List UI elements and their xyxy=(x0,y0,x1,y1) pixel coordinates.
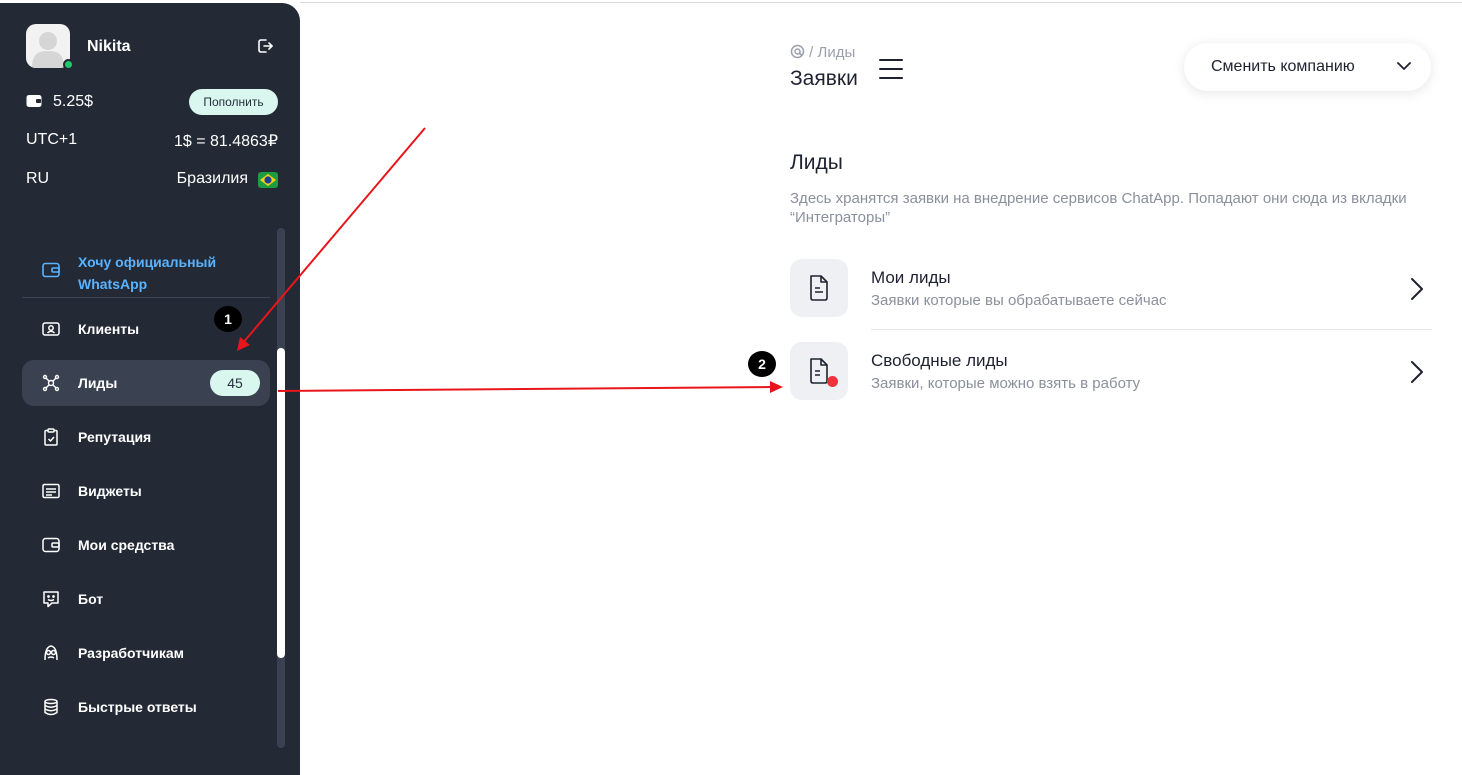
switch-company-label: Сменить компанию xyxy=(1211,58,1355,75)
sidebar: Nikita 5.25$ Пополнить UTC+1 1$ = 81.486… xyxy=(0,3,300,775)
document-icon xyxy=(810,275,828,301)
section-title: Лиды xyxy=(790,151,843,174)
widget-icon xyxy=(42,483,60,499)
leads-count-badge: 45 xyxy=(210,370,260,396)
sidebar-item-leads[interactable]: Лиды 45 xyxy=(22,360,270,406)
language-country-row: RU Бразилия xyxy=(26,170,278,190)
step-2-badge: 2 xyxy=(748,351,776,377)
sidebar-scrollbar-thumb[interactable] xyxy=(277,348,285,658)
exchange-rate: 1$ = 81.4863₽ xyxy=(173,133,278,150)
country-name[interactable]: Бразилия xyxy=(177,170,248,188)
bot-chat-icon xyxy=(43,591,59,608)
chevron-right-icon xyxy=(1411,278,1423,300)
breadcrumb: / Лиды xyxy=(790,44,855,61)
sidebar-item-label: Хочу официальный WhatsApp xyxy=(78,254,217,292)
row-divider xyxy=(871,329,1432,330)
sidebar-item-label: Мои средства xyxy=(78,537,175,553)
sidebar-item-reputation[interactable]: Репутация xyxy=(22,414,270,460)
user-profile: Nikita xyxy=(26,24,278,70)
home-icon[interactable] xyxy=(790,44,805,59)
sidebar-item-widgets[interactable]: Виджеты xyxy=(22,468,270,514)
logout-icon[interactable] xyxy=(256,37,274,55)
my-leads-row[interactable]: Мои лиды Заявки которые вы обрабатываете… xyxy=(790,259,1432,319)
network-icon xyxy=(42,374,60,392)
sidebar-item-label: Клиенты xyxy=(78,321,140,337)
wallet-icon xyxy=(42,537,60,553)
step-1-badge: 1 xyxy=(214,306,242,332)
sidebar-item-label: Виджеты xyxy=(78,483,142,499)
timezone-rate-row: UTC+1 1$ = 81.4863₽ xyxy=(26,131,278,151)
sidebar-item-bot[interactable]: Бот xyxy=(22,576,270,622)
developer-icon xyxy=(44,645,58,661)
online-status-dot xyxy=(63,59,74,70)
sidebar-item-label: Разработчикам xyxy=(78,645,184,661)
lead-icon-box xyxy=(790,259,848,317)
sidebar-item-my-funds[interactable]: Мои средства xyxy=(22,522,270,568)
sidebar-item-quick-replies[interactable]: Быстрые ответы xyxy=(22,684,270,730)
lead-row-subtitle: Заявки которые вы обрабатываете сейчас xyxy=(871,292,1167,309)
database-icon xyxy=(44,698,58,716)
sidebar-item-label: Репутация xyxy=(78,429,152,445)
top-border xyxy=(300,2,1462,3)
switch-company-button[interactable]: Сменить компанию xyxy=(1184,43,1431,91)
sidebar-item-developers[interactable]: Разработчикам xyxy=(22,630,270,676)
lead-row-subtitle: Заявки, которые можно взять в работу xyxy=(871,375,1141,392)
timezone: UTC+1 xyxy=(26,131,78,148)
brazil-flag-icon xyxy=(258,172,278,188)
breadcrumb-current: Лиды xyxy=(817,44,856,61)
sidebar-item-label: Бот xyxy=(78,591,104,607)
page-title: Заявки xyxy=(790,67,858,90)
nav-divider xyxy=(22,297,270,298)
balance-value: 5.25$ xyxy=(53,93,94,110)
lead-icon-box xyxy=(790,342,848,400)
user-name: Nikita xyxy=(87,38,131,55)
section-description: Здесь хранятся заявки на внедрение серви… xyxy=(790,190,1407,226)
breadcrumb-separator: / xyxy=(809,44,818,61)
sidebar-item-label: Быстрые ответы xyxy=(78,699,197,715)
lead-row-title: Свободные лиды xyxy=(871,351,1008,370)
sidebar-item-label: Лиды xyxy=(78,375,118,391)
sidebar-item-official-whatsapp[interactable]: Хочу официальный WhatsApp xyxy=(22,240,270,298)
chevron-down-icon xyxy=(1397,62,1411,70)
clipboard-check-icon xyxy=(44,428,58,446)
free-leads-row[interactable]: Свободные лиды Заявки, которые можно взя… xyxy=(790,342,1432,402)
chevron-right-icon xyxy=(1411,361,1423,383)
language[interactable]: RU xyxy=(26,170,49,188)
lead-row-title: Мои лиды xyxy=(871,268,951,287)
notification-dot xyxy=(827,376,838,387)
contact-card-icon xyxy=(42,322,60,336)
hamburger-menu-icon[interactable] xyxy=(879,58,903,80)
balance-row: 5.25$ Пополнить xyxy=(26,89,278,115)
arrow-to-free-leads xyxy=(277,386,773,392)
topup-button[interactable]: Пополнить xyxy=(189,89,278,115)
arrow-head-2 xyxy=(770,381,783,393)
wallet-icon xyxy=(26,95,42,107)
wallet-card-icon xyxy=(42,262,60,278)
